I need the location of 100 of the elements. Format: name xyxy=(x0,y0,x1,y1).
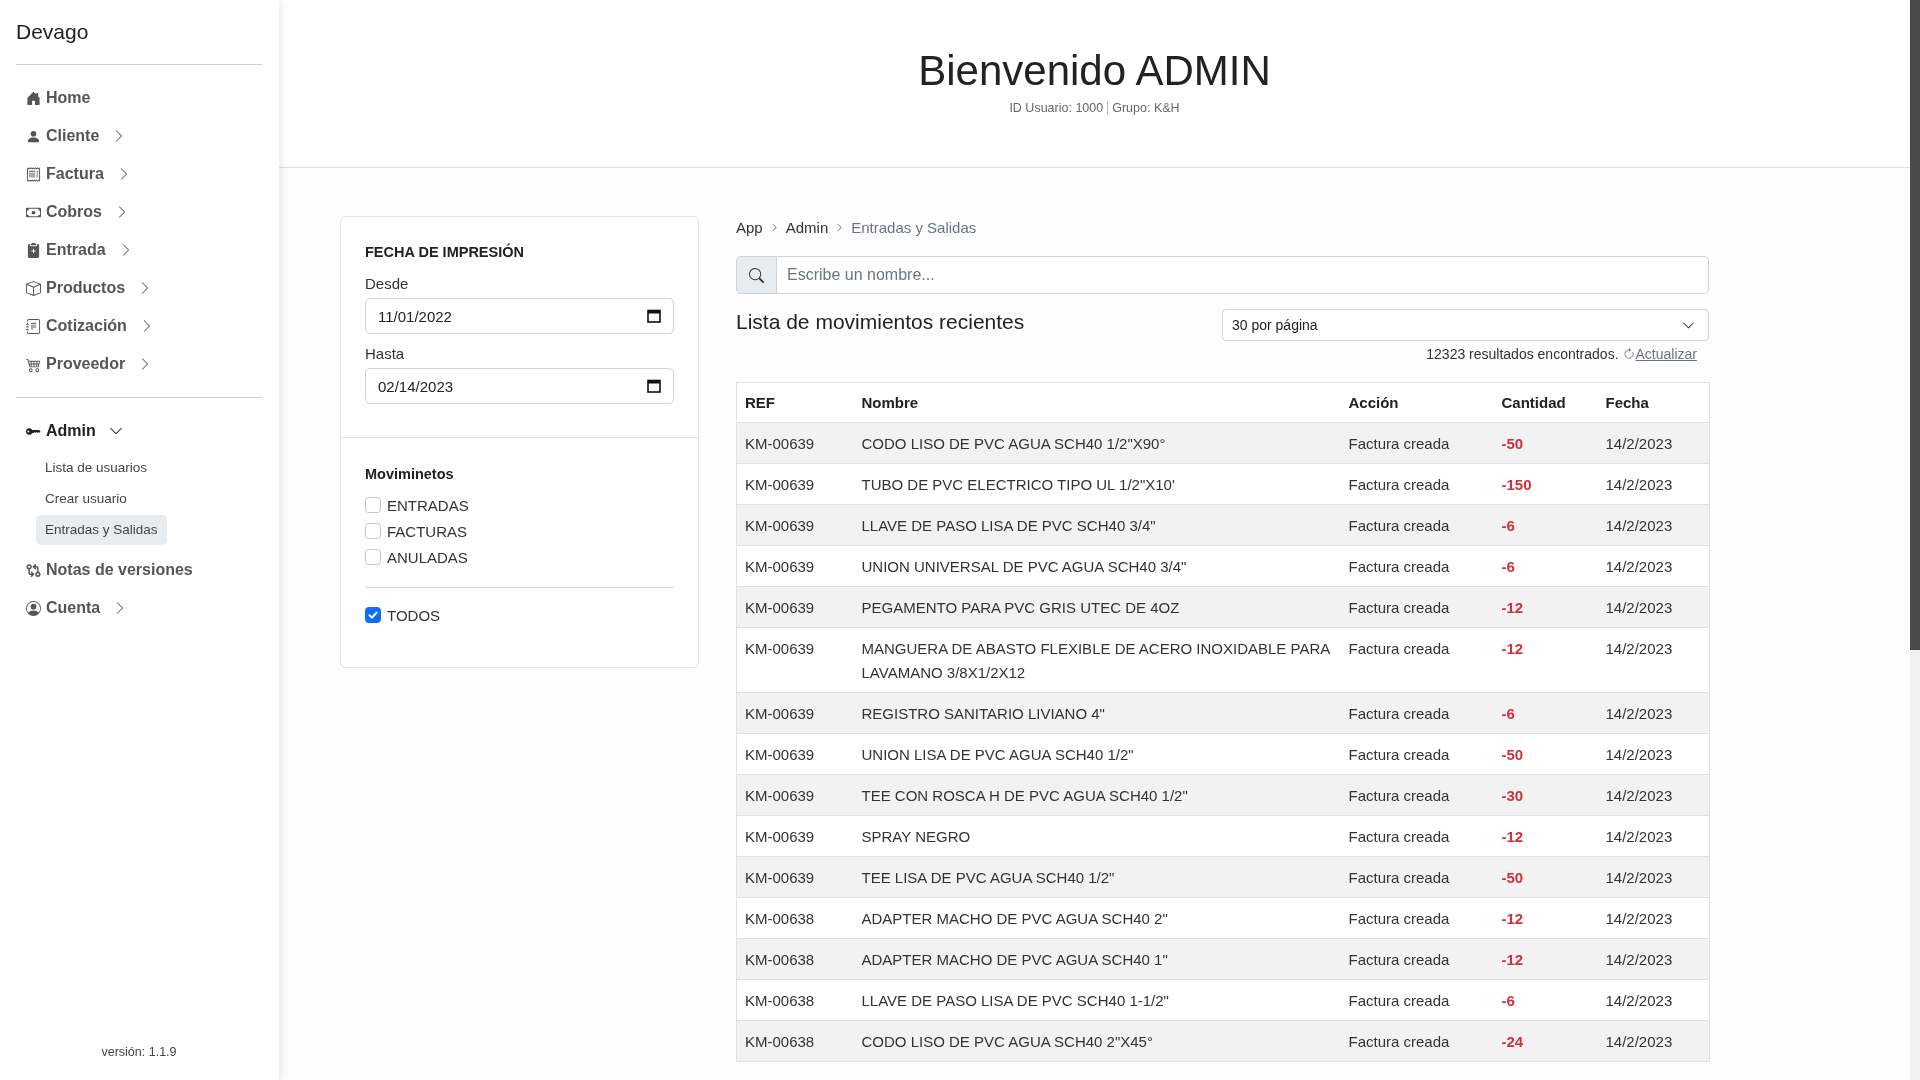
table-cell: Factura creada xyxy=(1340,586,1494,628)
sidebar-item[interactable]: Cliente xyxy=(16,117,127,155)
table-cell: TEE LISA DE PVC AGUA SCH40 1/2" xyxy=(853,856,1341,898)
table-cell: KM-00638 xyxy=(736,938,854,980)
table-cell: 14/2/2023 xyxy=(1597,897,1710,939)
receipt-icon xyxy=(26,166,41,182)
table-cell: Factura creada xyxy=(1340,774,1494,816)
table-cell: Factura creada xyxy=(1340,815,1494,857)
sidebar-item[interactable]: Home xyxy=(16,79,91,117)
table-cell: KM-00639 xyxy=(736,463,854,505)
table-cell: -24 xyxy=(1493,1020,1598,1062)
table-cell: -12 xyxy=(1493,586,1598,628)
table-cell: -50 xyxy=(1493,856,1598,898)
table-cell: Factura creada xyxy=(1340,504,1494,546)
scrollbar-thumb[interactable] xyxy=(1910,0,1920,650)
column-header: Fecha xyxy=(1597,382,1710,423)
table-cell: KM-00638 xyxy=(736,897,854,939)
sidebar-item[interactable]: Factura xyxy=(16,155,131,193)
sidebar-item[interactable]: Productos xyxy=(16,269,153,307)
table-cell: KM-00639 xyxy=(736,774,854,816)
sidebar-subitem[interactable]: Entradas y Salidas xyxy=(36,515,167,545)
calendar-icon[interactable] xyxy=(647,309,661,323)
table-cell: LLAVE DE PASO LISA DE PVC SCH40 1-1/2" xyxy=(853,979,1341,1021)
table-cell: Factura creada xyxy=(1340,938,1494,980)
results-count: 12323 resultados encontrados. xyxy=(1426,346,1619,362)
table-cell: 14/2/2023 xyxy=(1597,815,1710,857)
table-cell: Factura creada xyxy=(1340,979,1494,1021)
table-cell: SPRAY NEGRO xyxy=(853,815,1341,857)
breadcrumb-link[interactable]: App xyxy=(736,218,763,236)
sidebar-subitem[interactable]: Crear usuario xyxy=(36,484,136,514)
table-cell: UNION UNIVERSAL DE PVC AGUA SCH40 3/4" xyxy=(853,545,1341,587)
table-cell: KM-00639 xyxy=(736,422,854,464)
table-cell: 14/2/2023 xyxy=(1597,856,1710,898)
page-size-select[interactable]: 30 por página xyxy=(1222,309,1709,341)
table-cell: KM-00638 xyxy=(736,979,854,1021)
date-field[interactable]: 02/14/2023 xyxy=(365,368,674,404)
checkbox-label: ENTRADAS xyxy=(387,496,469,514)
table-cell: -50 xyxy=(1493,422,1598,464)
notebook-icon xyxy=(26,318,41,334)
house-icon xyxy=(26,90,41,106)
table-cell: PEGAMENTO PARA PVC GRIS UTEC DE 4OZ xyxy=(853,586,1341,628)
table-cell: -12 xyxy=(1493,815,1598,857)
checkbox[interactable] xyxy=(365,523,381,539)
list-title: Lista de movimientos recientes xyxy=(736,309,1025,335)
sidebar-subitem[interactable]: Lista de usuarios xyxy=(36,453,157,483)
table-cell: 14/2/2023 xyxy=(1597,692,1710,734)
sidebar-item[interactable]: Cobros xyxy=(16,193,129,231)
table-cell: Factura creada xyxy=(1340,422,1494,464)
table-cell: KM-00639 xyxy=(736,733,854,775)
table-cell: Factura creada xyxy=(1340,545,1494,587)
sidebar-item[interactable]: Entrada xyxy=(16,231,133,269)
checkbox[interactable] xyxy=(365,607,381,623)
table-cell: ADAPTER MACHO DE PVC AGUA SCH40 2" xyxy=(853,897,1341,939)
table-cell: -12 xyxy=(1493,897,1598,939)
section-title: FECHA DE IMPRESIÓN xyxy=(365,242,525,262)
search-icon xyxy=(736,256,777,294)
checkbox-label: TODOS xyxy=(387,606,441,624)
box-icon xyxy=(26,280,41,296)
calendar-icon[interactable] xyxy=(647,379,661,393)
field-label: Desde xyxy=(365,274,410,294)
checkbox[interactable] xyxy=(365,497,381,513)
table-cell: Factura creada xyxy=(1340,1020,1494,1062)
sidebar-item[interactable]: Cuenta xyxy=(16,589,128,627)
table-cell: KM-00638 xyxy=(736,1020,854,1062)
refresh-icon xyxy=(1622,348,1635,360)
clipboard-icon xyxy=(26,242,41,258)
table-cell: -6 xyxy=(1493,545,1598,587)
table-cell: KM-00639 xyxy=(736,545,854,587)
column-header: Cantidad xyxy=(1493,382,1598,423)
date-field[interactable]: 11/01/2022 xyxy=(365,298,674,334)
page-title: Bienvenido ADMIN xyxy=(917,46,1272,96)
table-cell: KM-00639 xyxy=(736,586,854,628)
section-title: Moviminetos xyxy=(365,465,455,484)
table-cell: KM-00639 xyxy=(736,627,854,693)
user-info: Grupo: K&H xyxy=(1107,101,1184,115)
column-header: Acción xyxy=(1340,382,1494,423)
table-cell: -150 xyxy=(1493,463,1598,505)
table-cell: 14/2/2023 xyxy=(1597,1020,1710,1062)
column-header: Nombre xyxy=(853,382,1341,423)
table-cell: KM-00639 xyxy=(736,504,854,546)
sidebar-item[interactable]: Admin xyxy=(16,412,123,450)
brand-name: Devago xyxy=(16,19,90,45)
table-cell: Factura creada xyxy=(1340,627,1494,693)
table-cell: 14/2/2023 xyxy=(1597,422,1710,464)
table-cell: -12 xyxy=(1493,627,1598,693)
refresh-link[interactable]: Actualizar xyxy=(1622,346,1697,362)
search-field[interactable]: Escribe un nombre... xyxy=(777,256,1709,294)
sidebar-item[interactable]: Cotización xyxy=(16,307,154,345)
breadcrumb-link[interactable]: Admin xyxy=(785,218,829,236)
checkbox[interactable] xyxy=(365,549,381,565)
table-cell: -12 xyxy=(1493,938,1598,980)
table-cell: TUBO DE PVC ELECTRICO TIPO UL 1/2"X10' xyxy=(853,463,1341,505)
person-icon xyxy=(26,128,41,144)
table-cell: TEE CON ROSCA H DE PVC AGUA SCH40 1/2" xyxy=(853,774,1341,816)
table-cell: Factura creada xyxy=(1340,733,1494,775)
checkbox-label: FACTURAS xyxy=(387,522,467,540)
scrollbar[interactable] xyxy=(1910,0,1920,1080)
sidebar-item[interactable]: Notas de versiones xyxy=(16,551,193,589)
sidebar-item[interactable]: Proveedor xyxy=(16,345,153,383)
table-cell: 14/2/2023 xyxy=(1597,979,1710,1021)
